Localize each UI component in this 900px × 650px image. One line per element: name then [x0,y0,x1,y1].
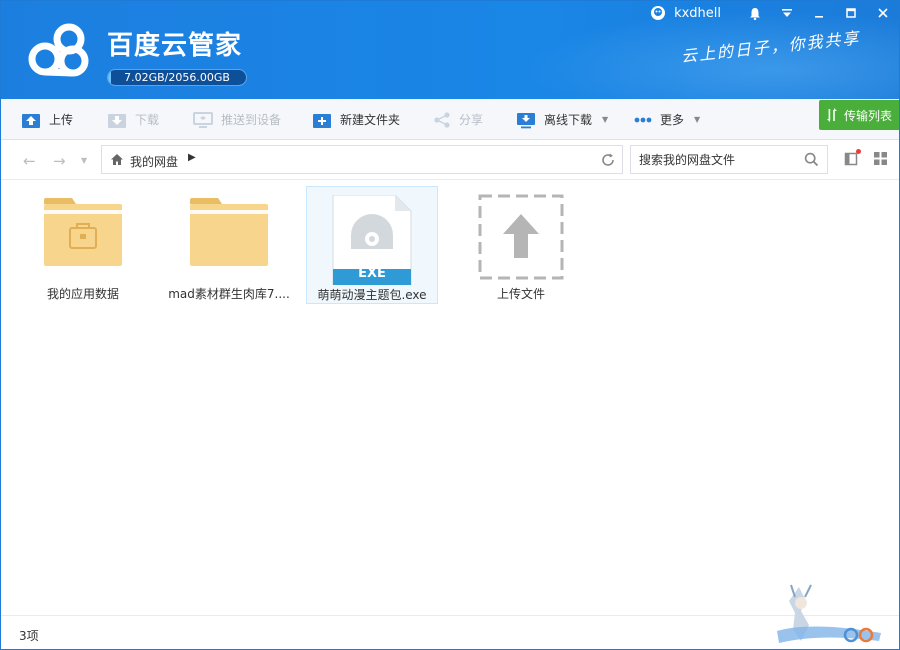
more-button[interactable]: 更多 ▼ [634,99,700,140]
file-thumbnail [455,194,587,280]
push-device-label: 推送到设备 [221,113,282,127]
transfer-list-button[interactable]: 传输列表 [819,100,899,130]
refresh-icon[interactable] [600,152,616,168]
file-item[interactable]: 我的应用数据 [17,186,149,304]
baidu-cloud-logo-icon [28,23,89,77]
update-badge [856,149,861,154]
share-icon [434,111,450,128]
breadcrumb-arrow-icon[interactable]: ▶ [188,152,196,163]
history-chevron-icon[interactable]: ▼ [81,156,87,165]
avatar-icon[interactable] [650,5,666,21]
menu-button[interactable] [771,1,803,25]
search-box [630,145,828,174]
file-name: 我的应用数据 [46,287,119,301]
download-icon [108,113,126,128]
offline-download-button[interactable]: 离线下载 ▼ [516,99,608,140]
maximize-icon [846,8,856,18]
more-dots-icon [634,117,652,122]
upload-icon [22,113,40,128]
home-icon [111,154,123,165]
item-count: 3项 [19,629,39,643]
upload-button[interactable]: 上传 [21,99,73,140]
upload-label: 上传 [49,113,74,127]
close-icon [878,8,888,18]
file-grid: 我的应用数据 mad素材群生肉库7.... EXE 萌萌动漫主题包.exe 上传… [1,181,899,615]
file-name: mad素材群生肉库7.... [168,287,290,301]
search-input[interactable] [631,146,801,173]
bell-icon [750,7,760,20]
file-item-selected[interactable]: EXE 萌萌动漫主题包.exe [306,186,438,304]
back-arrow-icon[interactable]: ← [23,152,36,170]
minimize-icon [815,16,823,18]
file-thumbnail: EXE [307,195,437,285]
file-thumbnail [17,194,149,280]
file-name: 萌萌动漫主题包.exe [317,288,427,302]
share-label: 分享 [459,113,484,127]
username[interactable]: kxdhell [674,6,721,21]
monitor-icon [193,111,213,128]
notification-button[interactable] [739,1,771,25]
exe-badge-label: EXE [358,266,386,281]
dropdown-menu-icon [782,9,792,17]
app-window: 百度云管家 7.02GB/2056.00GB 云上的日子，你我共享 kxdhel… [0,0,900,650]
app-title: 百度云管家 [107,31,243,61]
navigation-bar: ← → ▼ 我的网盘 ▶ [1,140,899,180]
breadcrumb[interactable]: 我的网盘 ▶ [101,145,623,174]
chevron-down-icon: ▼ [602,115,609,124]
download-label: 下载 [135,113,160,127]
chevron-down-icon: ▼ [694,115,701,124]
folder-icon [190,198,268,266]
push-device-button[interactable]: 推送到设备 [193,99,281,140]
maximize-button[interactable] [835,1,867,25]
close-button[interactable] [867,1,899,25]
breadcrumb-root[interactable]: 我的网盘 [130,153,178,170]
transfer-icon [826,108,837,122]
file-item[interactable]: mad素材群生肉库7.... [163,186,295,304]
watermark-mascot-icon [777,584,881,643]
download-button[interactable]: 下载 [107,99,159,140]
offline-download-label: 离线下载 [544,113,593,127]
offline-download-icon [517,112,535,128]
grid-view-icon[interactable] [873,151,888,166]
upload-arrow-icon [478,194,564,280]
file-name: 上传文件 [496,287,545,301]
file-thumbnail [163,194,295,280]
share-button[interactable]: 分享 [433,99,483,140]
toolbar: 上传 下载 推送到设备 新建文件夹 分享 离线下载 ▼ 更多 ▼ [1,99,899,140]
new-folder-label: 新建文件夹 [340,113,401,127]
status-bar: 3项 [1,615,899,649]
transfer-list-label: 传输列表 [843,108,892,123]
upload-placeholder[interactable]: 上传文件 [455,186,587,304]
forward-arrow-icon[interactable]: → [53,152,66,170]
search-icon[interactable] [804,152,819,167]
more-label: 更多 [660,113,685,127]
app-folder-icon [44,198,122,266]
new-folder-icon [313,113,331,128]
quota-text: 7.02GB/2056.00GB [124,71,230,84]
new-folder-button[interactable]: 新建文件夹 [312,99,400,140]
user-bar: kxdhell [650,1,899,25]
header: 百度云管家 7.02GB/2056.00GB 云上的日子，你我共享 kxdhel… [1,1,899,99]
quota-bar: 7.02GB/2056.00GB [107,69,247,86]
minimize-button[interactable] [803,1,835,25]
